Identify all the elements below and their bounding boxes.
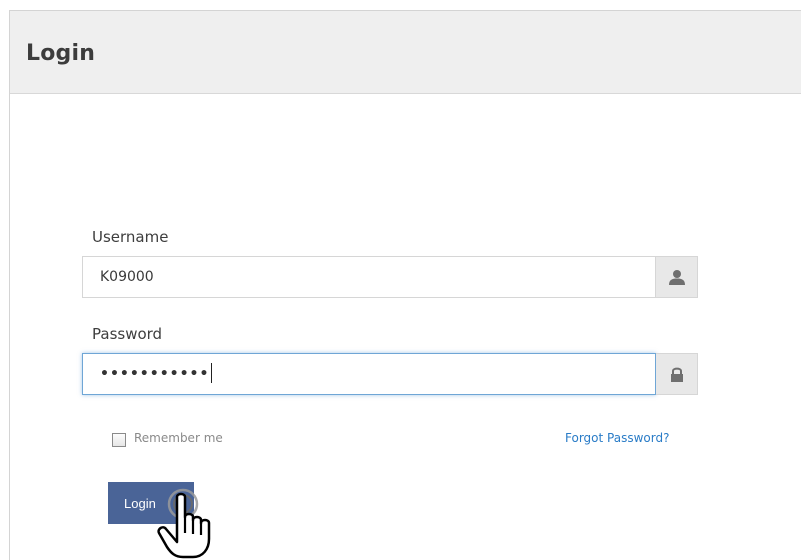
password-group: ••••••••••• (82, 353, 698, 395)
lock-icon (671, 367, 683, 382)
username-label: Username (92, 228, 169, 246)
password-addon (656, 353, 698, 395)
user-icon (669, 270, 685, 285)
password-label: Password (92, 325, 163, 343)
username-field[interactable]: K09000 (82, 256, 656, 298)
remember-me-label[interactable]: Remember me (134, 431, 223, 445)
password-field[interactable]: ••••••••••• (82, 353, 656, 395)
username-addon (656, 256, 698, 298)
remember-me-checkbox[interactable] (112, 433, 126, 447)
forgot-password-link[interactable]: Forgot Password? (565, 431, 669, 445)
login-header: Login (10, 11, 801, 94)
hand-cursor-icon (157, 488, 211, 559)
page-title: Login (26, 41, 96, 66)
password-masked-value: ••••••••••• (100, 366, 210, 382)
username-group: K09000 (82, 256, 698, 298)
text-caret (211, 362, 213, 383)
